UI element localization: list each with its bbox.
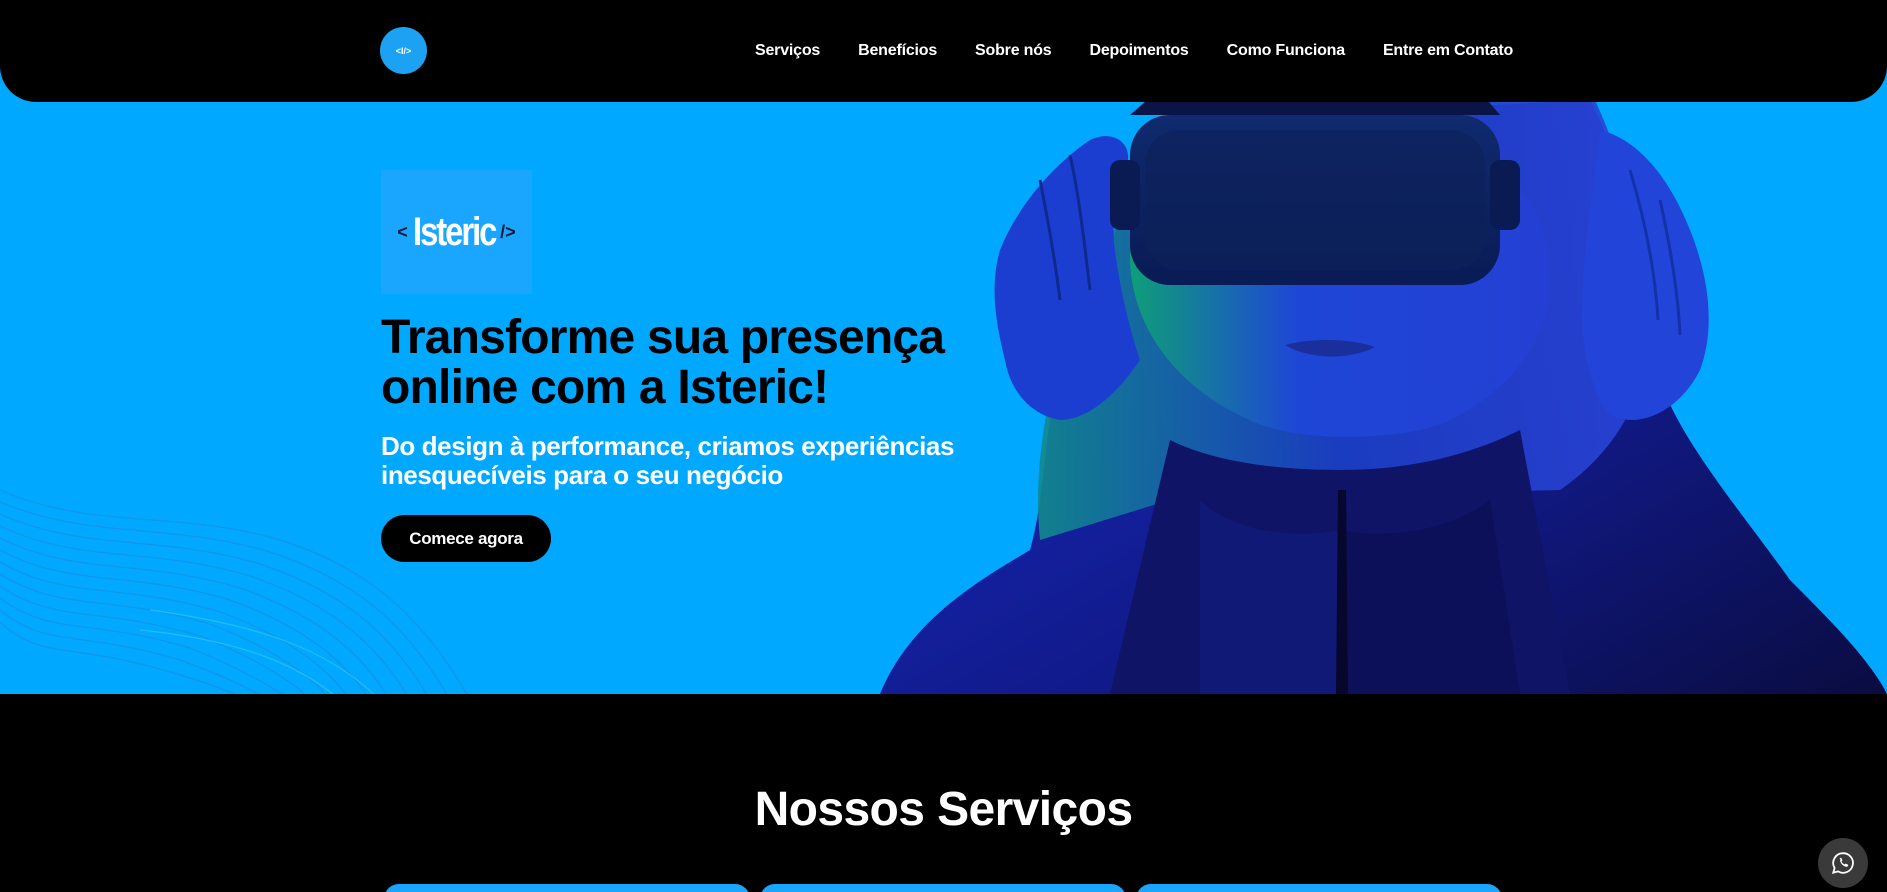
vr-headset-photo (880, 80, 1887, 694)
service-card[interactable] (384, 884, 750, 892)
hero-section: < Isteric /> Transforme sua presença onl… (0, 60, 1887, 694)
services-title: Nossos Serviços (754, 783, 1133, 836)
brand-bracket-open: < (397, 221, 408, 242)
nav-link-como-funciona[interactable]: Como Funciona (1227, 42, 1345, 60)
nav-link-sobre-nos[interactable]: Sobre nós (975, 42, 1052, 60)
nav-link-contato[interactable]: Entre em Contato (1383, 42, 1513, 60)
brand-bracket-close: /> (500, 221, 516, 242)
whatsapp-icon (1832, 852, 1854, 874)
start-now-button[interactable]: Comece agora (381, 515, 551, 562)
logo-mark: <I/> (395, 45, 412, 56)
nav-link-servicos[interactable]: Serviços (755, 42, 820, 60)
brand-logo: < Isteric /> (381, 170, 532, 294)
whatsapp-button[interactable] (1818, 838, 1868, 888)
nav-link-beneficios[interactable]: Benefícios (858, 42, 937, 60)
service-card[interactable] (760, 884, 1126, 892)
site-header: <I/> Serviços Benefícios Sobre nós Depoi… (0, 0, 1887, 102)
brand-name: Isteric (412, 209, 497, 254)
nav-link-depoimentos[interactable]: Depoimentos (1089, 42, 1188, 60)
main-nav: Serviços Benefícios Sobre nós Depoimento… (755, 0, 1513, 102)
header-logo[interactable]: <I/> (380, 27, 427, 74)
service-card[interactable] (1136, 884, 1502, 892)
